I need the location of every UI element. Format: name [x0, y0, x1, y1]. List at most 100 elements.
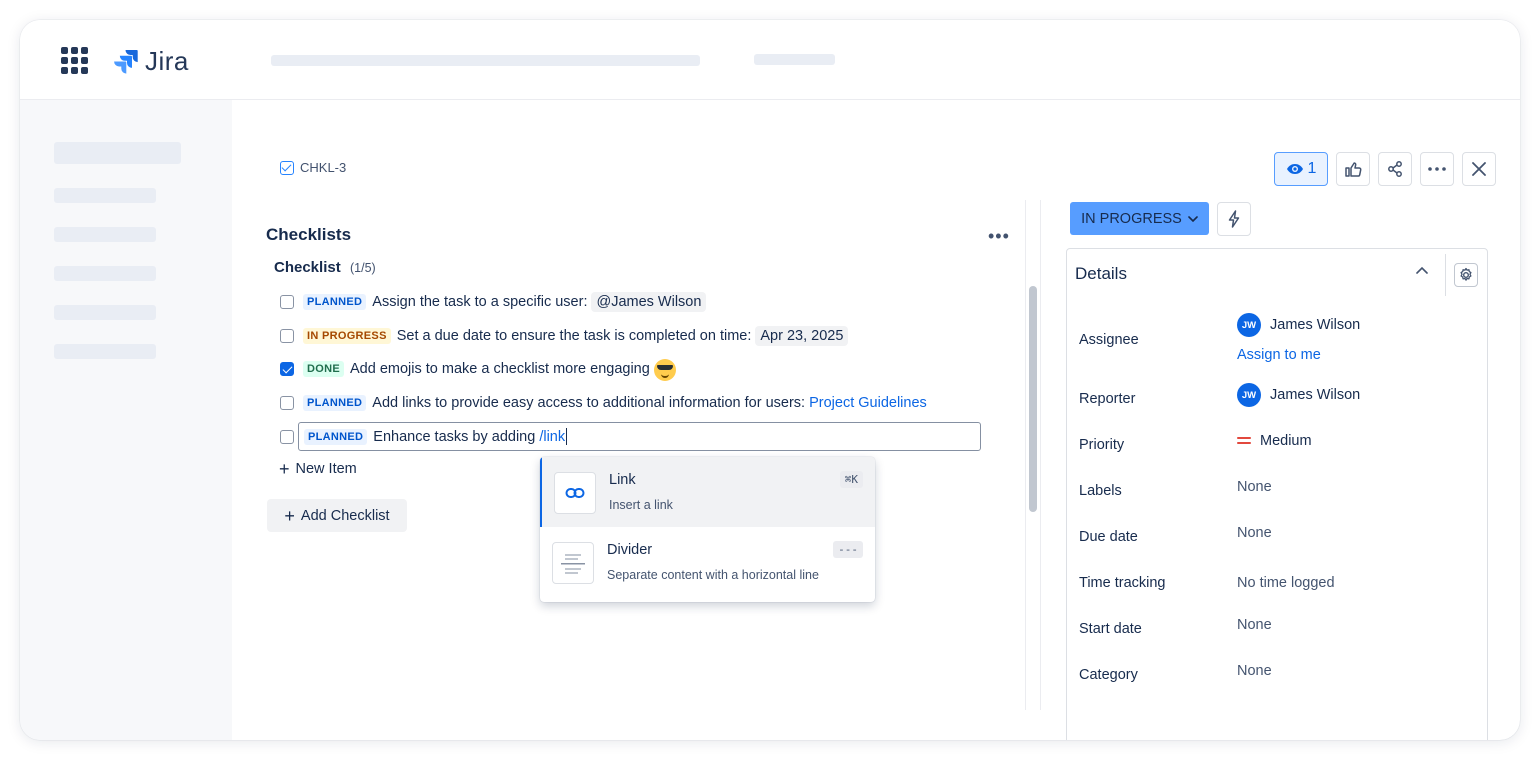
- chevron-up-icon[interactable]: [1416, 266, 1428, 274]
- share-icon: [1388, 161, 1402, 177]
- sidebar: [20, 100, 232, 740]
- like-button[interactable]: [1336, 152, 1370, 186]
- plus-icon: +: [284, 505, 295, 526]
- placeholder-bar: [271, 55, 700, 66]
- checklist-progress: (1/5): [350, 261, 376, 275]
- eye-icon: [1286, 164, 1303, 174]
- automation-button[interactable]: [1217, 202, 1251, 236]
- checklists-heading: Checklists: [266, 225, 352, 244]
- item-text[interactable]: Add emojis to make a checklist more enga…: [350, 361, 650, 377]
- add-checklist-button[interactable]: + Add Checklist: [267, 499, 407, 532]
- app-switcher-icon[interactable]: [61, 47, 89, 75]
- details-panel: Details Assignee JW James Wilson Assign …: [1066, 248, 1488, 740]
- priority-value[interactable]: Medium: [1237, 433, 1312, 449]
- new-item-button[interactable]: + New Item: [279, 460, 357, 478]
- labels-value[interactable]: None: [1237, 479, 1272, 495]
- project-guidelines-link[interactable]: Project Guidelines: [809, 395, 927, 411]
- task-type-icon: [280, 160, 294, 175]
- item-text[interactable]: Set a due date to ensure the task is com…: [397, 328, 752, 344]
- start-date-label: Start date: [1079, 621, 1142, 637]
- assignee-name: James Wilson: [1270, 317, 1361, 333]
- jira-logo[interactable]: Jira: [113, 46, 189, 76]
- add-checklist-label: Add Checklist: [300, 507, 390, 524]
- top-navigation: Jira: [20, 20, 1520, 100]
- status-lozenge[interactable]: PLANNED: [304, 428, 368, 445]
- lightning-icon: [1228, 210, 1240, 228]
- watch-button[interactable]: 1: [1274, 152, 1328, 186]
- link-icon: [554, 472, 596, 514]
- sidebar-placeholder: [54, 266, 156, 281]
- assignee-value[interactable]: JW James Wilson: [1237, 313, 1360, 337]
- thumbs-up-icon: [1345, 162, 1362, 177]
- keyboard-shortcut: ⌘K: [839, 471, 863, 488]
- checklist-item: DONE Add emojis to make a checklist more…: [280, 356, 676, 382]
- status-lozenge[interactable]: IN PROGRESS: [303, 328, 391, 344]
- status-lozenge[interactable]: PLANNED: [303, 294, 367, 310]
- more-icon: [1428, 167, 1446, 171]
- checklist-title: Checklist: [274, 259, 341, 276]
- slash-command: /link: [539, 428, 566, 445]
- priority-medium-icon: [1237, 437, 1251, 445]
- checklist-item: PLANNED Assign the task to a specific us…: [280, 289, 707, 315]
- item-checkbox[interactable]: [280, 430, 294, 444]
- close-button[interactable]: [1462, 152, 1496, 186]
- divider-icon: [552, 542, 594, 584]
- details-heading: Details: [1075, 264, 1127, 283]
- plus-icon: +: [279, 459, 290, 479]
- slash-command-menu: Link Insert a link ⌘K Divider Separate c…: [540, 457, 875, 602]
- labels-label: Labels: [1079, 483, 1122, 499]
- due-date-value[interactable]: None: [1237, 525, 1272, 541]
- menu-item-divider[interactable]: Divider Separate content with a horizont…: [540, 527, 875, 597]
- app-window: Jira CHKL-3 Checklists ••• Checklist (1/…: [20, 20, 1520, 740]
- share-button[interactable]: [1378, 152, 1412, 186]
- assignee-label: Assignee: [1079, 332, 1139, 348]
- status-label: IN PROGRESS: [1081, 210, 1182, 227]
- column-divider: [1040, 200, 1041, 710]
- avatar: JW: [1237, 383, 1261, 407]
- menu-item-title: Divider: [607, 542, 653, 558]
- sidebar-placeholder: [54, 188, 156, 203]
- status-lozenge[interactable]: DONE: [303, 361, 344, 377]
- reporter-label: Reporter: [1079, 391, 1136, 407]
- more-options-button[interactable]: [1420, 152, 1454, 186]
- sidebar-placeholder: [54, 227, 156, 242]
- reporter-value[interactable]: JW James Wilson: [1237, 383, 1360, 407]
- more-actions-icon[interactable]: •••: [988, 226, 1010, 247]
- menu-item-description: Separate content with a horizontal line: [607, 568, 819, 582]
- status-dropdown[interactable]: IN PROGRESS: [1070, 202, 1209, 235]
- scrollbar-thumb[interactable]: [1029, 286, 1037, 512]
- date-chip[interactable]: Apr 23, 2025: [755, 326, 849, 346]
- issue-breadcrumb[interactable]: CHKL-3: [280, 160, 346, 175]
- priority-text: Medium: [1260, 433, 1312, 449]
- item-text[interactable]: Add links to provide easy access to addi…: [372, 395, 805, 411]
- item-checkbox[interactable]: [280, 295, 294, 309]
- checklist-item: IN PROGRESS Set a due date to ensure the…: [280, 323, 849, 349]
- status-lozenge[interactable]: PLANNED: [303, 395, 367, 411]
- reporter-name: James Wilson: [1270, 387, 1361, 403]
- time-tracking-value[interactable]: No time logged: [1237, 575, 1335, 591]
- sunglasses-emoji-icon: [653, 359, 676, 381]
- chevron-down-icon: [1188, 215, 1198, 222]
- item-text[interactable]: Assign the task to a specific user:: [372, 294, 587, 310]
- gear-icon: [1460, 267, 1472, 281]
- menu-item-title: Link: [609, 472, 636, 488]
- menu-item-link[interactable]: Link Insert a link ⌘K: [540, 457, 875, 527]
- sidebar-placeholder: [54, 142, 181, 164]
- due-date-label: Due date: [1079, 529, 1138, 545]
- assign-to-me-link[interactable]: Assign to me: [1237, 347, 1321, 363]
- priority-label: Priority: [1079, 437, 1125, 453]
- item-checkbox[interactable]: [280, 329, 294, 343]
- editor-text: Enhance tasks by adding: [373, 428, 536, 445]
- jira-wordmark: Jira: [145, 45, 189, 76]
- settings-button[interactable]: [1454, 263, 1478, 287]
- start-date-value[interactable]: None: [1237, 617, 1272, 633]
- item-checkbox[interactable]: [280, 396, 294, 410]
- user-mention[interactable]: @James Wilson: [591, 292, 707, 312]
- watch-count: 1: [1307, 160, 1317, 177]
- category-value[interactable]: None: [1237, 663, 1272, 679]
- jira-mark-icon: [114, 50, 138, 74]
- sidebar-placeholder: [54, 305, 156, 320]
- checklist-item-editor[interactable]: PLANNED Enhance tasks by adding /link: [298, 422, 981, 451]
- item-checkbox[interactable]: [280, 362, 294, 376]
- menu-item-description: Insert a link: [609, 498, 673, 512]
